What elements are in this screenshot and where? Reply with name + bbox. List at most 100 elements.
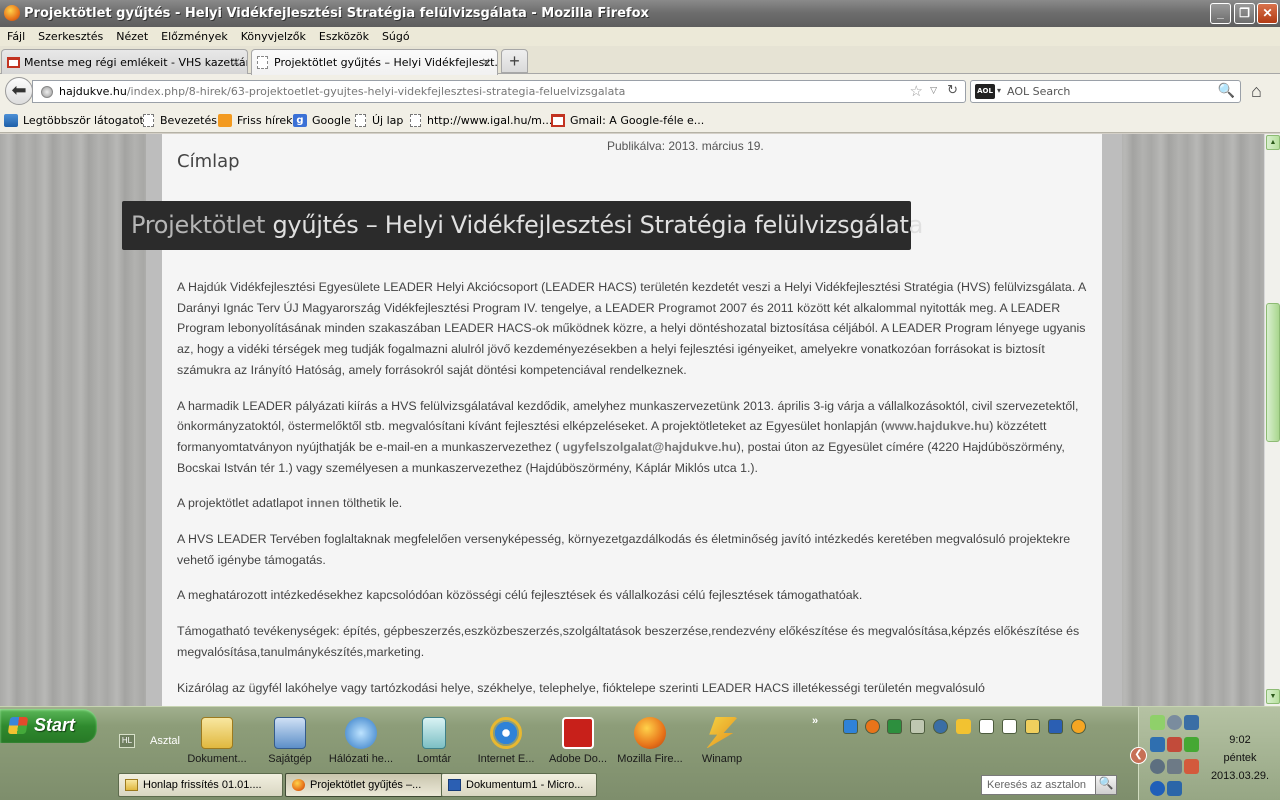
minimize-button[interactable]: _ (1210, 3, 1231, 24)
lomtar-shortcut[interactable]: Lomtár (398, 717, 470, 765)
halozati-helyek-shortcut[interactable]: Hálózati he... (325, 717, 397, 765)
menu-edit[interactable]: Szerkesztés (31, 27, 109, 43)
gmail-icon (7, 57, 20, 68)
task-word[interactable]: Dokumentum1 - Micro... (441, 773, 597, 797)
tray-app-icon[interactable] (1184, 715, 1199, 730)
ie-quicklaunch-icon[interactable] (843, 719, 858, 734)
history-dropdown-icon[interactable]: ▽ (930, 86, 937, 96)
breadcrumb[interactable]: Címlap (177, 151, 240, 172)
search-icon[interactable]: 🔍 (1218, 83, 1235, 99)
close-button[interactable]: ✕ (1257, 3, 1278, 24)
scroll-down-arrow-icon[interactable]: ▼ (1266, 689, 1280, 704)
sajatgep-shortcut[interactable]: Sajátgép (254, 717, 326, 765)
tray-collapse-icon[interactable]: ❮ (1130, 747, 1147, 764)
menu-help[interactable]: Súgó (375, 27, 416, 43)
scroll-up-arrow-icon[interactable]: ▲ (1266, 135, 1280, 150)
tab-close-icon[interactable]: × (481, 55, 491, 69)
gmail-icon (551, 114, 565, 127)
page-icon (410, 114, 421, 127)
adobe-shortcut[interactable]: Adobe Do... (542, 717, 614, 765)
start-button[interactable]: Start (0, 709, 97, 743)
tray-network-icon[interactable] (1150, 737, 1165, 752)
bookmark-friss-hirek[interactable]: Friss hírek (218, 114, 293, 127)
calc-quicklaunch-icon[interactable] (979, 719, 994, 734)
bookmark-star-icon[interactable]: ☆ (910, 82, 923, 100)
quicklaunch-chevron-icon[interactable]: » (812, 715, 818, 727)
folder-quicklaunch-icon[interactable] (1025, 719, 1040, 734)
firefox-quicklaunch-icon[interactable] (865, 719, 880, 734)
tab-close-icon[interactable]: × (231, 55, 241, 69)
tab-vhs[interactable]: Mentse meg régi emlékeit - VHS kazettár.… (1, 49, 248, 74)
task-folder[interactable]: Honlap frissítés 01.01.... (118, 773, 283, 797)
maximize-button[interactable]: ❐ (1234, 3, 1255, 24)
star-quicklaunch-icon[interactable] (956, 719, 971, 734)
media-quicklaunch-icon[interactable] (933, 719, 948, 734)
menu-bookmarks[interactable]: Könyvjelzők (234, 27, 312, 43)
desktop-search-input[interactable]: Keresés az asztalon 🔍 (981, 775, 1117, 795)
tray-app-icon[interactable] (1167, 759, 1182, 774)
search-bar[interactable]: AOL ▾ AOL Search 🔍 (970, 80, 1241, 103)
download-link[interactable]: innen (307, 496, 340, 510)
bookmark-gmail[interactable]: Gmail: A Google-féle e... (551, 114, 704, 127)
published-date: Publikálva: 2013. március 19. (607, 139, 764, 153)
paragraph-5: A meghatározott intézkedésekhez kapcsoló… (177, 588, 863, 603)
winamp-shortcut[interactable]: Winamp (686, 717, 758, 765)
reload-icon[interactable]: ↻ (947, 83, 958, 98)
bookmark-uj-lap[interactable]: Új lap (353, 114, 403, 127)
bookmark-igal[interactable]: http://www.igal.hu/m... (408, 114, 552, 127)
site-identity-icon[interactable] (41, 86, 53, 98)
home-icon[interactable]: ⌂ (1251, 81, 1262, 102)
menu-tools[interactable]: Eszközök (312, 27, 375, 43)
scroll-thumb[interactable] (1266, 303, 1280, 442)
new-tab-button[interactable]: + (501, 49, 528, 73)
tab-projektotlet[interactable]: Projektötlet gyűjtés – Helyi Vidékfejles… (251, 49, 498, 75)
tray-app-icon[interactable] (1167, 781, 1182, 796)
tray-app-icon[interactable] (1150, 759, 1165, 774)
window-titlebar[interactable]: Projektötlet gyűjtés - Helyi Vidékfejles… (0, 0, 1280, 27)
tray-security-icon[interactable] (1167, 737, 1182, 752)
internet-explorer-shortcut[interactable]: Internet E... (470, 717, 542, 765)
taskbar: Start HL Asztal Dokument... Sajátgép Hál… (0, 706, 1280, 800)
website-link[interactable]: www.hajdukve.hu (885, 419, 989, 433)
back-button[interactable]: ⬅ (5, 77, 33, 105)
vertical-scrollbar[interactable]: ▲ ▼ (1264, 134, 1280, 706)
bookmarks-toolbar: Legtöbbször látogatott Bevezetés Friss h… (0, 108, 1280, 133)
engine-dropdown-icon[interactable]: ▾ (997, 86, 1001, 95)
dokumentumok-shortcut[interactable]: Dokument... (181, 717, 253, 765)
tab-strip: Mentse meg régi emlékeit - VHS kazettár.… (0, 46, 1280, 75)
quicklaunch-badge[interactable]: HL (119, 734, 135, 748)
email-link[interactable]: ugyfelszolgalat@hajdukve.hu (563, 440, 737, 454)
word-quicklaunch-icon[interactable] (1048, 719, 1063, 734)
bookmark-bevezetes[interactable]: Bevezetés (141, 114, 217, 127)
clock-time: 9:02 (1229, 734, 1251, 746)
task-firefox[interactable]: Projektötlet gyűjtés –... (285, 773, 450, 797)
menu-view[interactable]: Nézet (109, 27, 154, 43)
window-title: Projektötlet gyűjtés - Helyi Vidékfejles… (24, 6, 649, 21)
menu-file[interactable]: Fájl (0, 27, 31, 43)
bookmark-most-visited[interactable]: Legtöbbször látogatott (4, 114, 148, 127)
tray-wifi-icon[interactable] (1150, 781, 1165, 796)
url-bar[interactable]: hajdukve.hu/index.php/8-hirek/63-projekt… (32, 80, 966, 103)
tab-label: Projektötlet gyűjtés – Helyi Vidékfejles… (274, 56, 498, 69)
tray-signal-icon[interactable] (1184, 737, 1199, 752)
tray-app-icon[interactable] (1167, 715, 1182, 730)
page-content: Címlap Publikálva: 2013. március 19. Pro… (0, 134, 1264, 706)
excel-quicklaunch-icon[interactable] (887, 719, 902, 734)
title-part-2: gyűjtés – Helyi Vidékfejlesztési Stratég… (272, 211, 924, 239)
search-icon[interactable]: 🔍 (1095, 775, 1117, 795)
tray-app-icon[interactable] (1150, 715, 1165, 730)
clock[interactable]: 9:02 péntek 2013.03.29. (1201, 731, 1279, 785)
page-icon (257, 56, 268, 69)
tray-app-icon[interactable] (1184, 759, 1199, 774)
aol-engine-icon[interactable]: AOL (975, 84, 995, 99)
bookmark-google[interactable]: g Google (293, 114, 351, 127)
folder-icon (201, 717, 233, 749)
task-label: Honlap frissítés 01.01.... (143, 779, 262, 791)
article-body: A Hajdúk Vidékfejlesztési Egyesülete LEA… (177, 277, 1089, 706)
menu-history[interactable]: Előzmények (154, 27, 234, 43)
bookmark-label: http://www.igal.hu/m... (427, 114, 553, 127)
misc-quicklaunch-icon[interactable] (1071, 719, 1086, 734)
firefox-shortcut[interactable]: Mozilla Fire... (614, 717, 686, 765)
app-quicklaunch-icon[interactable] (910, 719, 925, 734)
calendar-quicklaunch-icon[interactable] (1002, 719, 1017, 734)
